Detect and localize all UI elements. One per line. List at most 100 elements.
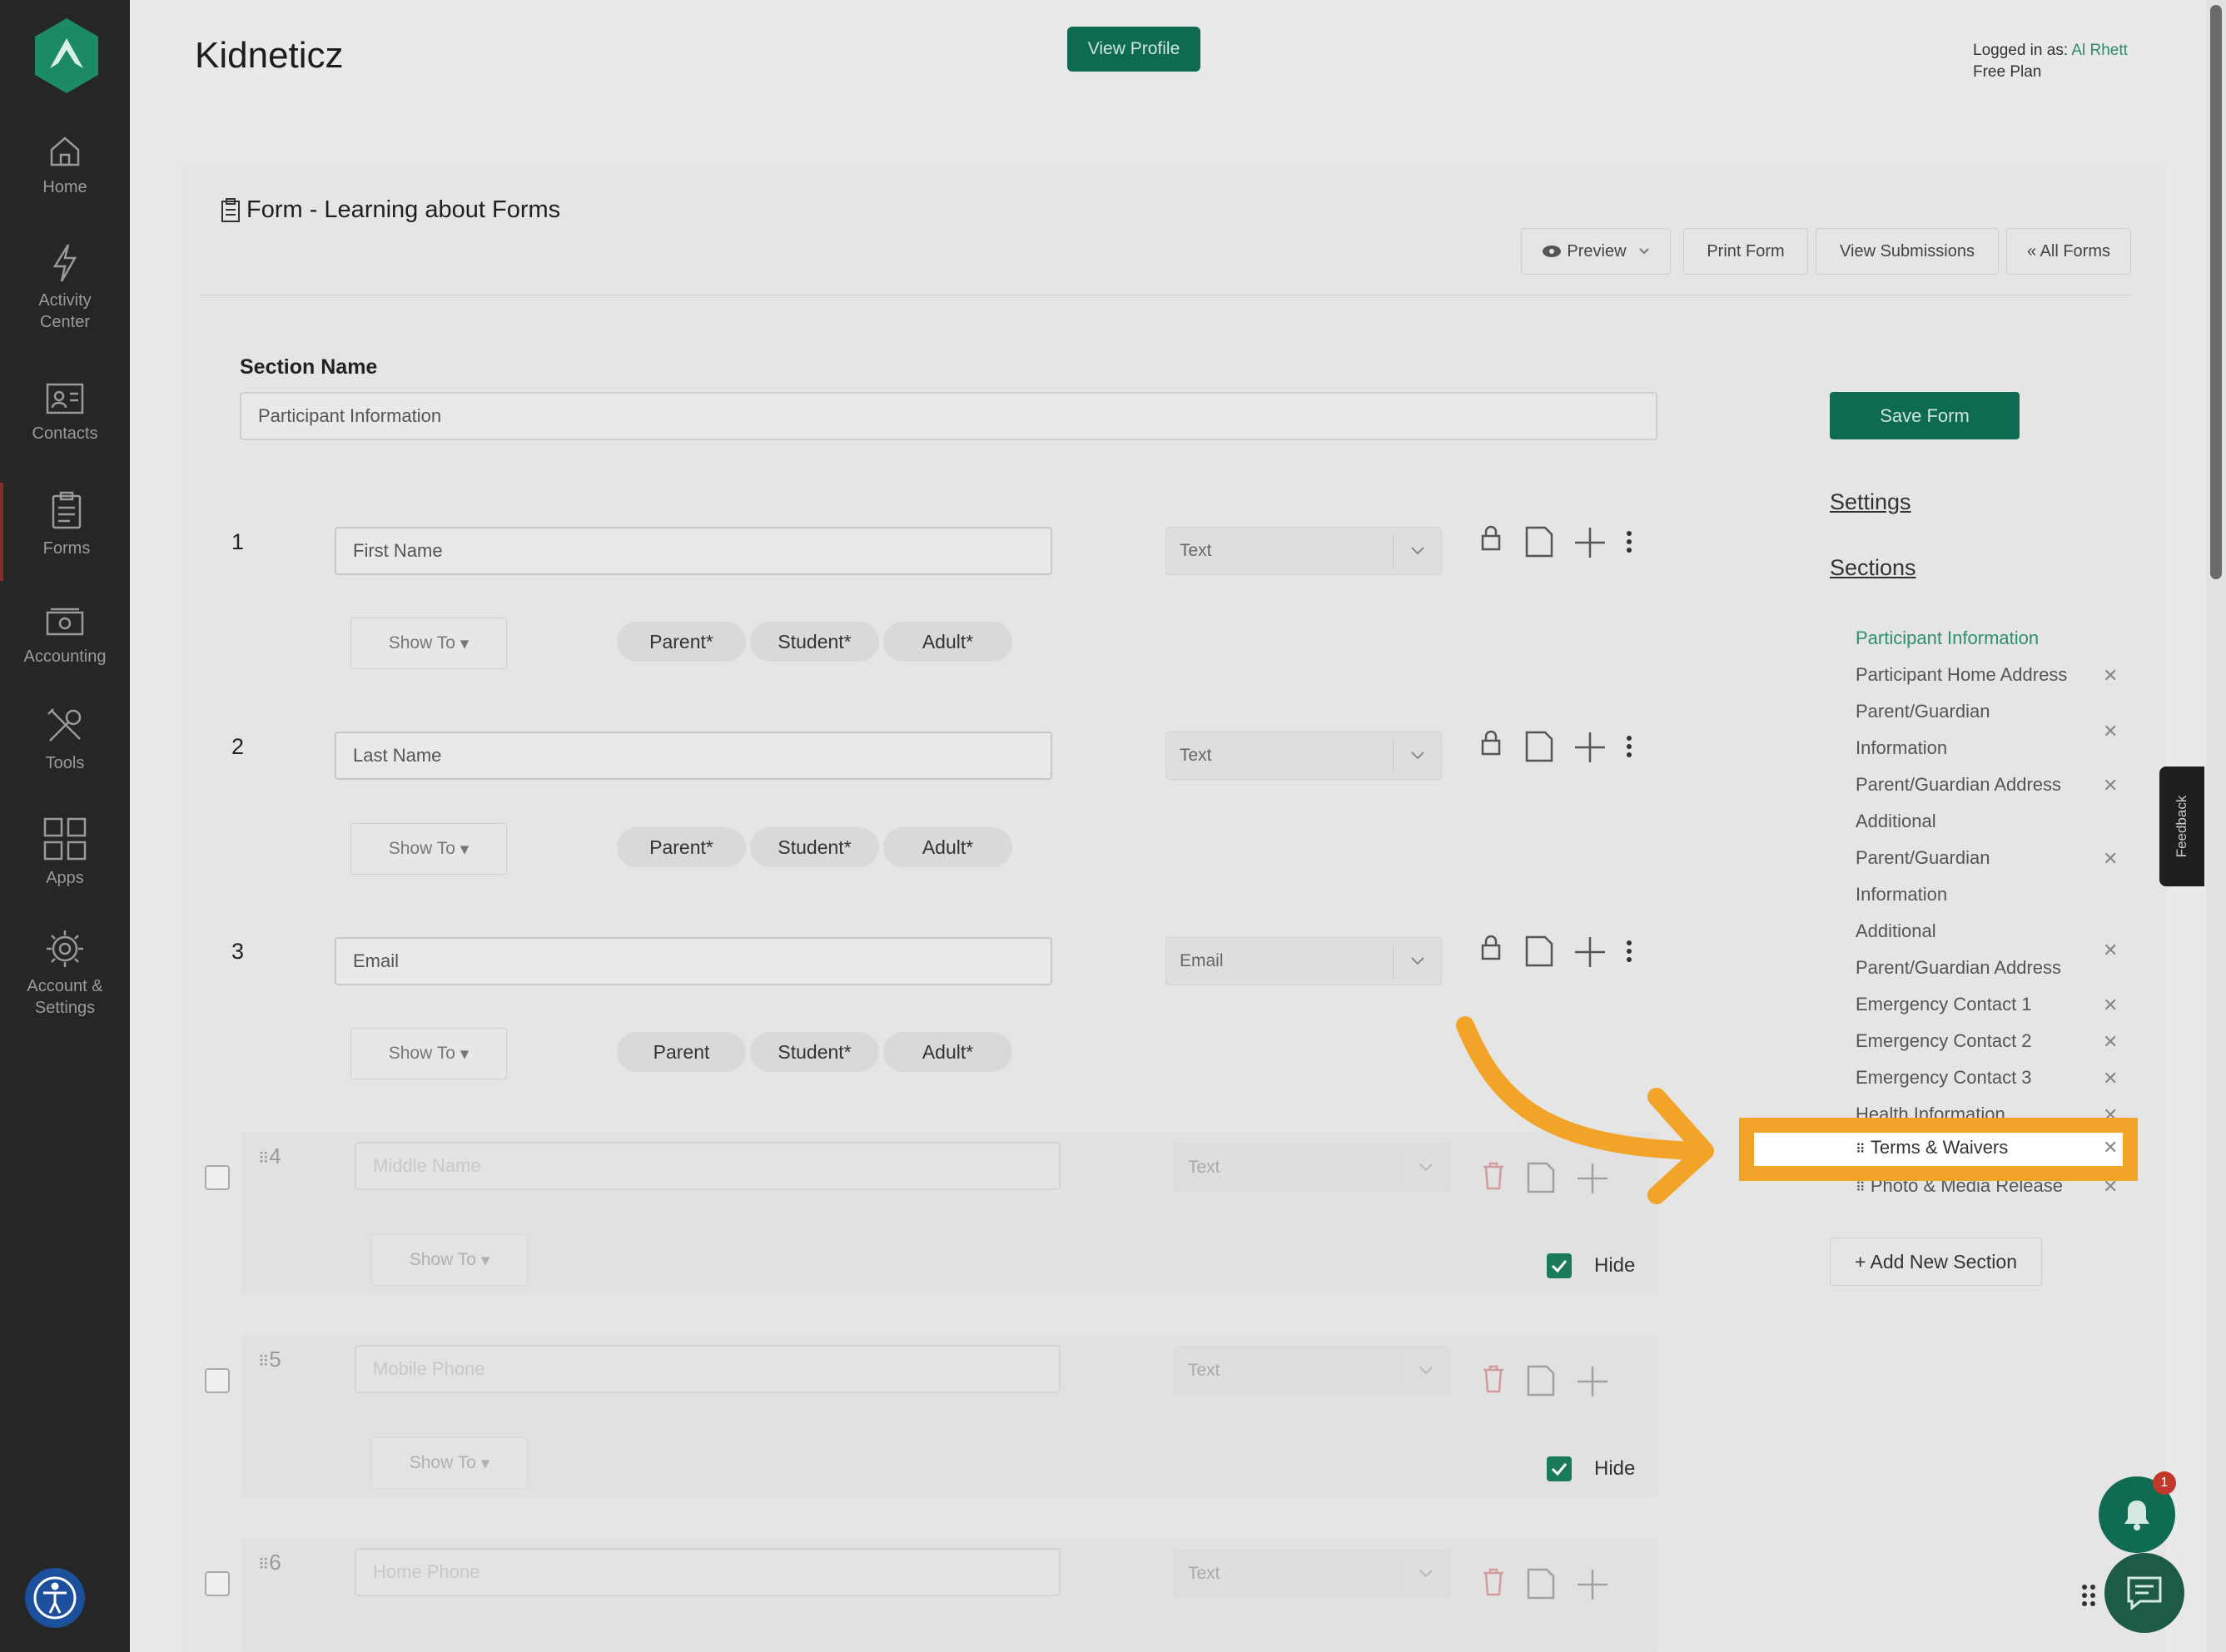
audience-pill-parent[interactable]: Parent [617,1032,746,1072]
section-item[interactable]: Additional [1856,913,1936,950]
show-to-dropdown[interactable]: Show To ▾ [350,823,507,875]
field-type-select[interactable]: Text [1165,527,1442,575]
all-forms-button[interactable]: « All Forms [2006,228,2131,275]
section-item[interactable]: Emergency Contact 1 [1856,986,2032,1023]
app-logo[interactable] [32,17,102,95]
copy-icon[interactable] [1525,935,1553,967]
copy-icon[interactable] [1527,1365,1555,1397]
sidebar-item-account-settings[interactable]: Account & Settings [0,929,130,1019]
audience-pill-adult[interactable]: Adult* [883,827,1012,867]
hide-checkbox[interactable] [1547,1456,1572,1481]
sidebar-item-contacts[interactable]: Contacts [0,380,130,444]
field-label-input[interactable]: Email [335,937,1052,985]
copy-icon[interactable] [1525,731,1553,762]
row-select-checkbox[interactable] [205,1165,230,1190]
preview-dropdown[interactable]: Preview [1521,228,1671,275]
section-item[interactable]: Parent/Guardian [1856,840,1990,876]
plus-icon[interactable] [1573,935,1607,969]
sidebar-item-accounting[interactable]: Accounting [0,606,130,667]
view-submissions-button[interactable]: View Submissions [1816,228,1999,275]
lock-icon[interactable] [1480,524,1502,551]
user-link[interactable]: Al Rhett [2071,42,2128,59]
print-form-button[interactable]: Print Form [1683,228,1808,275]
drag-handle-icon[interactable]: ⠿ [258,1150,269,1167]
audience-pill-parent[interactable]: Parent* [617,622,746,662]
hide-checkbox[interactable] [1547,1253,1572,1278]
more-vertical-icon[interactable] [1624,529,1634,554]
plus-icon[interactable] [1576,1568,1609,1601]
row-select-checkbox[interactable] [205,1368,230,1393]
section-item[interactable]: Participant Home Address [1856,657,2067,693]
copy-icon[interactable] [1525,526,1553,558]
field-type-select[interactable]: Text [1174,1550,1450,1598]
remove-section-icon[interactable]: ✕ [2103,665,2118,687]
show-to-dropdown[interactable]: Show To ▾ [350,618,507,669]
plus-icon[interactable] [1573,526,1607,559]
feedback-tab[interactable]: Feedback [2159,766,2204,886]
field-type-select[interactable]: Email [1165,937,1442,985]
drag-handle-icon[interactable]: ⠿ [258,1353,269,1370]
drag-handle-icon[interactable]: ⠿ [258,1556,269,1573]
lock-icon[interactable] [1480,729,1502,756]
sidebar-item-forms[interactable]: Forms [0,483,130,581]
audience-pill-adult[interactable]: Adult* [883,1032,1012,1072]
field-type-select[interactable]: Text [1174,1347,1450,1395]
field-type-select[interactable]: Text [1174,1144,1450,1192]
audience-pill-student[interactable]: Student* [750,622,879,662]
drag-handle-icon[interactable]: ⠿ [1856,1143,1866,1157]
chat-button[interactable] [2104,1553,2184,1633]
show-to-dropdown[interactable]: Show To ▾ [350,1028,507,1079]
plus-icon[interactable] [1573,731,1607,764]
row-select-checkbox[interactable] [205,1571,230,1596]
audience-pill-student[interactable]: Student* [750,1032,879,1072]
sidebar-item-apps[interactable]: Apps [0,817,130,889]
remove-section-icon[interactable]: ✕ [2103,721,2118,742]
show-to-dropdown[interactable]: Show To ▾ [371,1234,528,1286]
show-to-dropdown[interactable]: Show To ▾ [371,1437,528,1489]
accessibility-button[interactable] [25,1568,85,1628]
more-vertical-icon[interactable] [1624,734,1634,759]
sections-link[interactable]: Sections [1830,555,1916,581]
trash-icon[interactable] [1482,1365,1505,1393]
section-item[interactable]: Parent/Guardian Address [1856,766,2061,803]
widget-drag-handle-icon[interactable] [2081,1583,2096,1608]
section-item[interactable]: Emergency Contact 3 [1856,1059,2032,1096]
dragging-section-item[interactable]: ⠿ Terms & Waivers [1856,1137,2008,1158]
section-item[interactable]: Additional [1856,803,1936,840]
field-label-input[interactable]: Last Name [335,732,1052,780]
section-item[interactable]: Parent/Guardian Address [1856,950,2061,986]
remove-section-icon[interactable]: ✕ [2103,775,2118,796]
section-name-input[interactable]: Participant Information [240,392,1657,440]
section-item[interactable]: Parent/Guardian [1856,693,1990,730]
scrollbar[interactable] [2206,0,2226,1652]
remove-section-icon[interactable]: ✕ [2103,848,2118,870]
audience-pill-adult[interactable]: Adult* [883,622,1012,662]
drag-handle-icon[interactable]: ⠿ [1856,1181,1866,1195]
settings-link[interactable]: Settings [1830,489,1911,515]
remove-section-icon[interactable]: ✕ [2103,1031,2118,1053]
sidebar-item-activity-center[interactable]: Activity Center [0,243,130,333]
section-item[interactable]: Information [1856,730,1947,766]
sidebar-item-tools[interactable]: Tools [0,706,130,774]
section-item[interactable]: Information [1856,876,1947,913]
field-type-select[interactable]: Text [1165,732,1442,780]
lock-icon[interactable] [1480,934,1502,960]
section-item[interactable]: Emergency Contact 2 [1856,1023,2032,1059]
remove-section-icon[interactable]: ✕ [2103,1068,2118,1089]
sidebar-item-home[interactable]: Home [0,133,130,198]
plus-icon[interactable] [1576,1365,1609,1398]
section-item[interactable]: Participant Information [1856,620,2039,657]
remove-section-icon[interactable]: ✕ [2103,995,2118,1016]
save-form-button[interactable]: Save Form [1830,392,2020,439]
add-new-section-button[interactable]: + Add New Section [1830,1238,2042,1286]
field-label-input[interactable]: Mobile Phone [355,1345,1061,1393]
field-label-input[interactable]: Middle Name [355,1142,1061,1190]
remove-section-icon[interactable]: ✕ [2103,940,2118,961]
view-profile-button[interactable]: View Profile [1067,27,1200,72]
scrollbar-thumb[interactable] [2210,5,2222,579]
audience-pill-parent[interactable]: Parent* [617,827,746,867]
copy-icon[interactable] [1527,1568,1555,1600]
trash-icon[interactable] [1482,1568,1505,1596]
field-label-input[interactable]: First Name [335,527,1052,575]
more-vertical-icon[interactable] [1624,939,1634,964]
